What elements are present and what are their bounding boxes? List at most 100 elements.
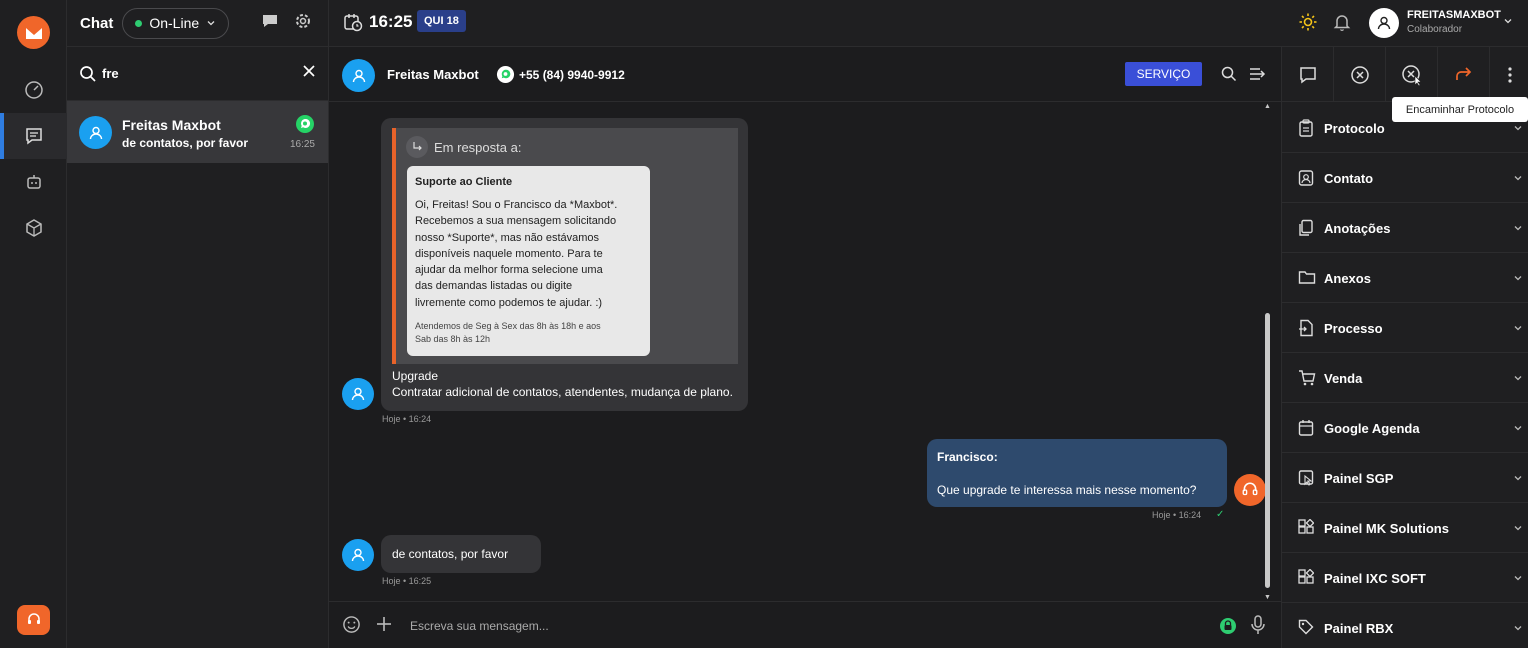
user-role: Colaborador	[1407, 24, 1463, 35]
section-anexos[interactable]: Anexos	[1282, 253, 1528, 303]
online-dot-icon	[135, 19, 143, 27]
service-button[interactable]: SERVIÇO	[1125, 62, 1202, 86]
section-painel-ixc-soft[interactable]: Painel IXC SOFT	[1282, 553, 1528, 603]
outgoing-message-bubble[interactable]: Francisco: Que upgrade te interessa mais…	[927, 439, 1227, 507]
new-message-icon[interactable]	[261, 12, 279, 30]
whatsapp-icon	[496, 65, 515, 84]
clear-search-icon[interactable]	[302, 64, 316, 78]
section-google-agenda[interactable]: Google Agenda	[1282, 403, 1528, 453]
emoji-icon[interactable]	[342, 615, 361, 634]
bell-icon[interactable]	[1332, 12, 1352, 32]
section-contato[interactable]: Contato	[1282, 153, 1528, 203]
chevron-down-icon	[1514, 176, 1522, 181]
bot-lock-icon[interactable]	[1219, 617, 1237, 635]
chevron-down-icon	[1514, 226, 1522, 231]
quoted-body: Oi, Freitas! Sou o Francisco da *Maxbot*…	[415, 197, 642, 311]
cancel-protocol-button[interactable]	[1386, 47, 1438, 102]
section-label: Anotações	[1324, 221, 1391, 236]
section-venda[interactable]: Venda	[1282, 353, 1528, 403]
quoted-title: Suporte ao Cliente	[415, 176, 513, 188]
quoted-line: livremente como podemos te ajudar. :)	[415, 296, 603, 309]
chevron-down-icon	[1514, 626, 1522, 631]
message-input[interactable]: Escreva sua mensagem...	[410, 619, 549, 633]
section-painel-sgp[interactable]: Painel SGP	[1282, 453, 1528, 503]
forward-protocol-button[interactable]	[1438, 47, 1490, 102]
chat-area: Freitas Maxbot +55 (84) 9940-9912 SERVIÇ…	[329, 47, 1281, 648]
clipboard-icon	[1299, 119, 1313, 137]
headset-icon	[1242, 482, 1258, 496]
section-label: Painel MK Solutions	[1324, 521, 1449, 536]
headset-icon	[27, 613, 40, 624]
section-anotacoes[interactable]: Anotações	[1282, 203, 1528, 253]
maxbot-logo[interactable]	[17, 16, 50, 49]
user-icon	[1377, 16, 1391, 30]
sun-icon[interactable]	[1298, 12, 1318, 32]
chevron-down-icon	[1514, 576, 1522, 581]
top-bar: 16:25 QUI 18 FREITASMAXBOT Colaborador	[329, 0, 1528, 47]
user-name: FREITASMAXBOT	[1407, 9, 1501, 21]
message-text: de contatos, por favor	[392, 547, 509, 561]
reply-label: Em resposta a:	[434, 140, 522, 155]
section-label: Protocolo	[1324, 121, 1385, 136]
delivered-check-icon: ✓	[1216, 509, 1225, 520]
scroll-up-icon[interactable]: ▲	[1264, 103, 1271, 110]
section-label: Anexos	[1324, 271, 1371, 286]
conversation-last-message: de contatos, por favor	[122, 136, 249, 150]
reply-quote[interactable]: Em resposta a: Suporte ao Cliente Oi, Fr…	[392, 128, 738, 364]
incoming-message-bubble[interactable]: de contatos, por favor	[381, 535, 541, 573]
quoted-line: disponíveis naquele momento. Para te	[415, 247, 603, 260]
bot-nav[interactable]	[0, 159, 67, 205]
quoted-line: nosso *Suporte*, mas não estávamos	[415, 231, 600, 244]
message-scrollbar[interactable]: ▲ ▼	[1264, 103, 1271, 601]
contact-card-icon	[1298, 170, 1314, 186]
message-meta: Hoje • 16:25	[382, 576, 432, 586]
forward-protocol-tooltip: Encaminhar Protocolo	[1392, 97, 1528, 122]
close-protocol-button[interactable]	[1334, 47, 1386, 102]
search-input[interactable]: fre	[102, 66, 119, 81]
chevron-down-icon	[1514, 326, 1522, 331]
section-painel-mk-solutions[interactable]: Painel MK Solutions	[1282, 503, 1528, 553]
section-painel-rbx[interactable]: Painel RBX	[1282, 603, 1528, 648]
section-label: Venda	[1324, 371, 1363, 386]
search-bar[interactable]: fre	[67, 47, 328, 101]
scroll-down-icon[interactable]: ▼	[1264, 594, 1271, 601]
status-dropdown[interactable]: On-Line	[122, 7, 230, 39]
chat-header: Freitas Maxbot +55 (84) 9940-9912 SERVIÇ…	[329, 47, 1281, 102]
section-label: Painel RBX	[1324, 621, 1394, 636]
package-nav[interactable]	[0, 205, 67, 251]
message-composer: Escreva sua mensagem...	[329, 601, 1281, 648]
microphone-icon[interactable]	[1250, 615, 1266, 635]
user-icon	[351, 387, 365, 401]
contact-avatar[interactable]	[342, 59, 375, 92]
message-meta: Hoje • 16:24	[382, 414, 432, 424]
chat-nav[interactable]	[0, 113, 67, 159]
widgets-icon	[1298, 569, 1314, 584]
calendar-icon	[1298, 420, 1314, 436]
message-icon	[1299, 66, 1316, 83]
attach-plus-icon[interactable]	[375, 615, 393, 633]
section-label: Contato	[1324, 171, 1374, 186]
contact-avatar	[342, 378, 374, 410]
chevron-down-icon	[1514, 426, 1522, 431]
conversation-item[interactable]: Freitas Maxbot de contatos, por favor 16…	[67, 101, 328, 163]
search-icon	[80, 65, 96, 82]
message-tool-button[interactable]	[1282, 47, 1334, 102]
settings-gear-icon[interactable]	[294, 12, 312, 30]
folder-icon	[1298, 271, 1316, 284]
quoted-line: ajudar da melhor forma selecione uma	[415, 264, 603, 277]
dashboard-nav[interactable]	[0, 67, 67, 113]
collapse-panel-icon[interactable]	[1249, 66, 1267, 82]
calendar-clock-icon	[344, 14, 363, 32]
agent-avatar	[1234, 474, 1266, 506]
user-icon	[352, 69, 365, 82]
message-text: Que upgrade te interessa mais nesse mome…	[937, 483, 1197, 497]
search-icon[interactable]	[1221, 66, 1237, 82]
message-list[interactable]: Em resposta a: Suporte ao Cliente Oi, Fr…	[329, 103, 1281, 601]
section-processo[interactable]: Processo	[1282, 303, 1528, 353]
section-label: Processo	[1324, 321, 1383, 336]
incoming-message-bubble[interactable]: Em resposta a: Suporte ao Cliente Oi, Fr…	[381, 118, 748, 411]
process-file-icon	[1299, 319, 1313, 337]
more-options-button[interactable]	[1490, 47, 1528, 102]
scrollbar-thumb[interactable]	[1265, 313, 1270, 588]
support-button[interactable]	[17, 605, 50, 635]
